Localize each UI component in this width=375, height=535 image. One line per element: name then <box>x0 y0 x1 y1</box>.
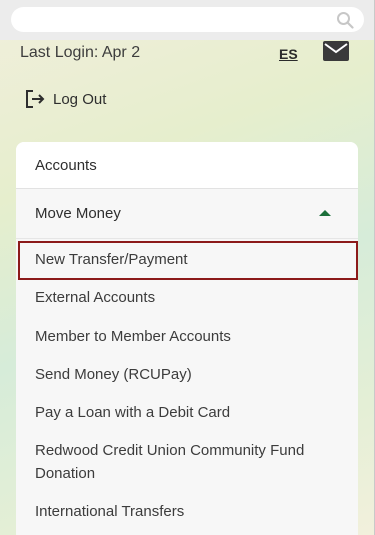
spanish-language-link[interactable]: ES <box>279 46 298 62</box>
submenu-item-send-money-rcupay[interactable]: Send Money (RCUPay) <box>35 364 192 386</box>
menu-item-move-money[interactable]: Move Money <box>16 189 358 239</box>
submenu-item-international-transfers[interactable]: International Transfers <box>35 501 184 523</box>
search-input[interactable] <box>11 7 364 32</box>
logout-label: Log Out <box>53 90 107 108</box>
top-bar <box>0 0 375 40</box>
navigation-menu: Accounts Move Money New Transfer/Payment… <box>16 142 358 535</box>
submenu-item-member-to-member[interactable]: Member to Member Accounts <box>35 326 231 348</box>
submenu-item-external-accounts[interactable]: External Accounts <box>35 287 155 309</box>
search-icon[interactable] <box>336 11 354 29</box>
logout-button[interactable]: Log Out <box>25 88 106 110</box>
submenu-item-new-transfer-payment[interactable]: New Transfer/Payment <box>35 249 188 271</box>
menu-item-label: Move Money <box>35 205 121 222</box>
submenu-item-community-fund[interactable]: Redwood Credit Union Community Fund <box>35 440 304 462</box>
last-login-text: Last Login: Apr 2 <box>20 44 141 61</box>
menu-item-accounts[interactable]: Accounts <box>16 142 358 189</box>
caret-up-icon[interactable] <box>319 210 331 216</box>
mail-icon[interactable] <box>323 41 349 61</box>
menu-item-label: Accounts <box>35 156 97 174</box>
submenu-item-community-fund-donation[interactable]: Donation <box>35 463 95 485</box>
submenu-item-pay-loan-debit-card[interactable]: Pay a Loan with a Debit Card <box>35 402 230 424</box>
logout-icon <box>26 90 45 108</box>
